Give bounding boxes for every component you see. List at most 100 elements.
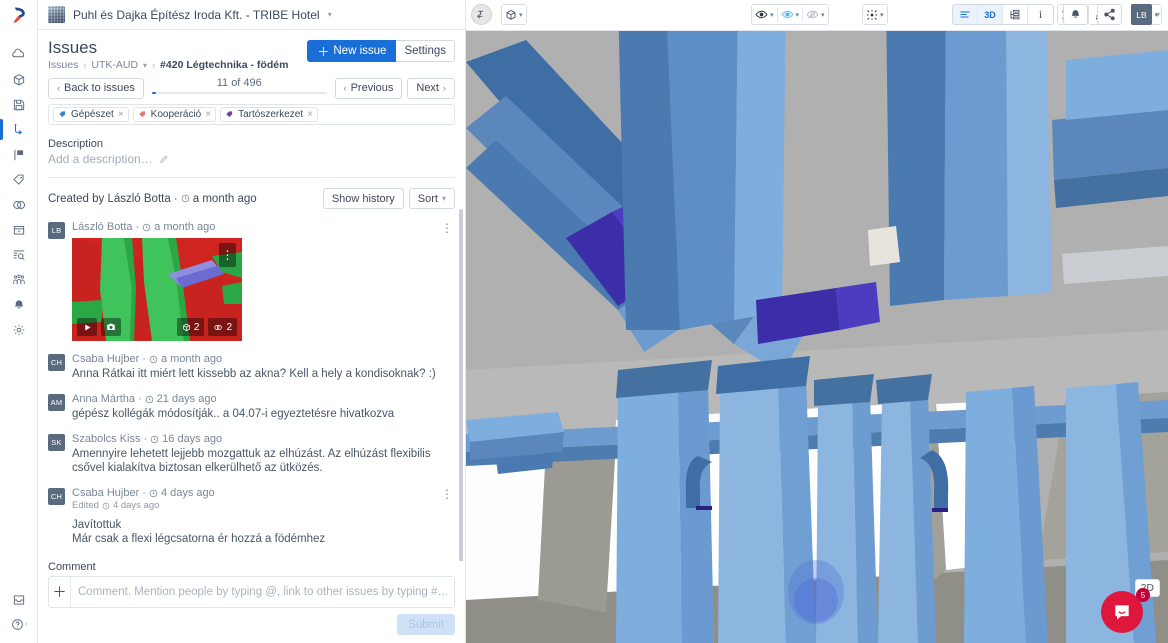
breadcrumb-chevron-down-icon[interactable]: ▾ xyxy=(143,61,147,70)
tag-remove-icon[interactable]: × xyxy=(307,109,313,120)
clock-icon xyxy=(181,194,190,203)
sidebar-item-home[interactable] xyxy=(0,42,38,67)
next-issue-button[interactable]: Next › xyxy=(407,77,455,99)
top-right-actions: 3D i LB ▾ xyxy=(951,4,1160,25)
view-toggle-info[interactable]: i xyxy=(1027,5,1053,24)
sidebar-item-inspect[interactable] xyxy=(0,242,38,267)
comment-body: Csaba Hujber · a month ago Anna Rátkai i… xyxy=(72,353,455,381)
chevron-down-icon[interactable]: ▾ xyxy=(770,11,774,19)
chevron-down-icon[interactable]: ▾ xyxy=(796,11,800,19)
pencil-icon[interactable] xyxy=(159,154,169,164)
tag-label-icon xyxy=(59,111,66,118)
snapshot-clashes-count[interactable]: 2 xyxy=(208,318,237,336)
tag-chip[interactable]: Tartószerkezet × xyxy=(220,107,318,122)
3d-model-canvas[interactable] xyxy=(466,0,1168,643)
next-label: Next xyxy=(416,82,439,94)
comment-meta: László Botta · a month ago xyxy=(72,221,455,233)
sidebar-item-notifications[interactable] xyxy=(0,292,38,317)
sidebar-item-clashes[interactable] xyxy=(0,192,38,217)
comment-label: Comment xyxy=(48,561,96,573)
breadcrumb-sep-1: › xyxy=(83,60,87,70)
sort-label: Sort xyxy=(417,192,438,205)
play-icon xyxy=(84,324,90,330)
rail-inbox[interactable] xyxy=(0,587,38,612)
tag-remove-icon[interactable]: × xyxy=(205,109,211,120)
user-menu[interactable]: LB ▾ xyxy=(1130,4,1160,25)
chevron-left-icon: ‹ xyxy=(57,83,60,93)
sidebar-item-labels[interactable] xyxy=(0,167,38,192)
show-history-button[interactable]: Show history xyxy=(322,188,404,209)
view-toggle-3d[interactable]: 3D xyxy=(977,5,1003,24)
model-viewer[interactable]: ▾ ▾ ▾ ▾ ▾ ▾ 2D 5 xyxy=(466,0,1168,643)
issue-detail-scroll: Description Add a description… Created b… xyxy=(38,125,465,561)
share-button[interactable] xyxy=(1096,4,1122,25)
chevron-down-icon[interactable]: ▾ xyxy=(821,11,825,19)
chevron-down-icon[interactable]: ▾ xyxy=(328,10,332,19)
sidebar-item-issues[interactable] xyxy=(0,117,38,142)
sort-button[interactable]: Sort ▾ xyxy=(408,188,455,209)
comment-time: 4 days ago xyxy=(160,487,215,499)
models-count-label: 2 xyxy=(193,321,200,333)
breadcrumb-root[interactable]: Issues xyxy=(48,59,78,71)
tag-remove-icon[interactable]: × xyxy=(118,109,124,120)
panel-scrollbar[interactable] xyxy=(459,209,463,561)
project-bar[interactable]: Puhl és Dajka Építész Iroda Kft. - TRIBE… xyxy=(38,0,465,30)
submit-button[interactable]: Submit xyxy=(397,614,455,635)
comment-input[interactable] xyxy=(71,577,454,607)
chevron-down-icon[interactable]: ▾ xyxy=(519,11,523,19)
viewer-show-all[interactable]: ▾ xyxy=(752,5,777,24)
description-placeholder-text: Add a description… xyxy=(48,152,153,166)
description-placeholder[interactable]: Add a description… xyxy=(48,152,455,166)
settings-button[interactable]: Settings xyxy=(396,40,455,62)
chevron-down-icon[interactable]: ▾ xyxy=(1156,10,1160,19)
comment-meta: Szabolcs Kiss · 16 days ago xyxy=(72,433,455,445)
view-toggle-tree[interactable] xyxy=(1002,5,1028,24)
viewer-hide[interactable]: ▾ xyxy=(803,5,828,24)
viewer-isolate[interactable]: ▾ xyxy=(777,5,803,24)
share-icon xyxy=(1104,8,1115,21)
comment-menu-button[interactable]: ⋮ xyxy=(441,488,453,500)
created-time: a month ago xyxy=(192,192,257,205)
sidebar-item-archive[interactable] xyxy=(0,217,38,242)
comment-time: 16 days ago xyxy=(162,433,223,445)
rail-help[interactable]: › xyxy=(0,612,38,637)
breadcrumb-project[interactable]: UTK-AUD xyxy=(91,59,138,71)
snapshot-camera-button[interactable] xyxy=(101,318,121,336)
sidebar-item-board[interactable] xyxy=(0,142,38,167)
edited-label: Edited xyxy=(72,500,99,511)
tags-input-box[interactable]: Gépészet × Kooperáció × Tartószerkezet × xyxy=(48,104,455,125)
snapshot-play-button[interactable] xyxy=(77,318,97,336)
plus-icon[interactable]: ＋ xyxy=(49,577,71,607)
viewer-explode[interactable]: ▾ xyxy=(863,5,887,24)
comment-menu-button[interactable]: ⋮ xyxy=(441,222,453,234)
notifications-button[interactable] xyxy=(1062,4,1088,25)
back-label: Back to issues xyxy=(64,82,135,94)
eye-hidden-icon xyxy=(806,10,819,19)
tag-chip[interactable]: Kooperáció × xyxy=(132,107,217,122)
chevron-down-icon[interactable]: ▾ xyxy=(880,11,884,19)
viewer-view-cube[interactable]: ▾ xyxy=(502,5,526,24)
snapshot-right-actions: 2 2 xyxy=(176,318,237,336)
panel-collapse-button[interactable] xyxy=(471,4,492,25)
sidebar-item-saved[interactable] xyxy=(0,92,38,117)
list-item: CH Csaba Hujber · 4 days ago Edited 4 da… xyxy=(48,487,455,546)
tag-chip[interactable]: Gépészet × xyxy=(53,107,129,122)
back-to-issues-button[interactable]: ‹ Back to issues xyxy=(48,77,144,99)
snapshot-thumbnail[interactable]: ⋮ 2 2 xyxy=(72,238,242,341)
snapshot-menu-button[interactable]: ⋮ xyxy=(219,243,236,267)
issue-progress-track xyxy=(151,92,327,94)
sidebar-item-settings[interactable] xyxy=(0,317,38,342)
clock-icon xyxy=(145,395,153,403)
snapshot-models-count[interactable]: 2 xyxy=(176,318,205,336)
bimcollab-logo[interactable] xyxy=(0,0,38,30)
sidebar-item-team[interactable] xyxy=(0,267,38,292)
tags-row: Gépészet × Kooperáció × Tartószerkezet × xyxy=(48,104,455,125)
sidebar-item-models[interactable] xyxy=(0,67,38,92)
viewer-explode-group: ▾ xyxy=(862,4,888,25)
snapshot-left-actions xyxy=(77,318,121,336)
view-toggle-list[interactable] xyxy=(952,5,978,24)
new-issue-button[interactable]: ＋ New issue xyxy=(307,40,397,62)
previous-label: Previous xyxy=(350,82,394,94)
project-name: Puhl és Dajka Építész Iroda Kft. - TRIBE… xyxy=(73,7,320,22)
previous-issue-button[interactable]: ‹ Previous xyxy=(334,77,403,99)
